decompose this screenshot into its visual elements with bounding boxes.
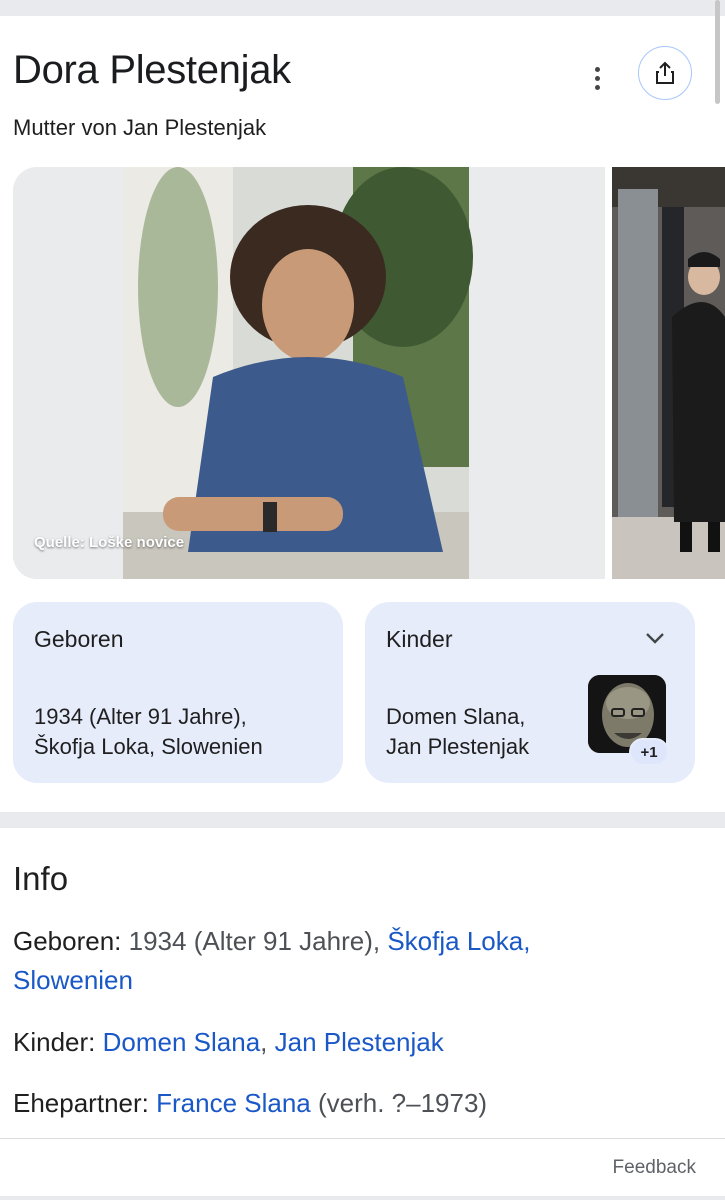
page-subtitle: Mutter von Jan Plestenjak xyxy=(13,115,267,140)
info-spouse-link[interactable]: France Slana xyxy=(156,1088,311,1118)
born-card-text: 1934 (Alter 91 Jahre), Škofja Loka, Slow… xyxy=(34,702,263,762)
main-photo[interactable] xyxy=(13,167,605,579)
born-card[interactable]: Geboren 1934 (Alter 91 Jahre), Škofja Lo… xyxy=(13,602,343,783)
info-children-separator: , xyxy=(260,1027,275,1057)
share-icon xyxy=(656,61,674,84)
share-button[interactable] xyxy=(638,46,692,100)
born-card-title: Geboren xyxy=(34,626,124,652)
chevron-down-icon[interactable] xyxy=(645,630,665,646)
more-options-button[interactable] xyxy=(580,58,614,98)
info-born-place-link[interactable]: Škofja Loka, xyxy=(387,926,530,956)
footer-divider xyxy=(0,1138,725,1139)
born-card-line-2: Škofja Loka, Slowenien xyxy=(34,734,263,759)
more-vert-icon xyxy=(594,66,600,72)
children-card-line-2: Jan Plestenjak xyxy=(386,734,530,759)
section-separator xyxy=(0,812,725,828)
children-card[interactable]: Kinder Domen Slana, Jan Plestenjak +1 xyxy=(365,602,695,783)
more-children-badge[interactable]: +1 xyxy=(629,738,669,766)
children-card-text: Domen Slana, Jan Plestenjak xyxy=(386,702,529,762)
bottom-separator xyxy=(0,1196,725,1200)
photo-source-credit: Quelle: Loške novice xyxy=(34,534,185,551)
info-spouse-years: (verh. ?–1973) xyxy=(310,1088,488,1118)
info-born-label: Geboren: xyxy=(13,926,122,956)
info-child-link-2[interactable]: Jan Plestenjak xyxy=(275,1027,444,1057)
scrollbar[interactable] xyxy=(715,0,720,104)
feedback-link[interactable]: Feedback xyxy=(613,1157,696,1179)
children-card-title: Kinder xyxy=(386,626,453,652)
page-title: Dora Plestenjak xyxy=(13,48,291,92)
info-spouse-label: Ehepartner: xyxy=(13,1088,149,1118)
info-born-country-link[interactable]: Slowenien xyxy=(13,965,133,995)
second-photo[interactable] xyxy=(612,167,725,579)
info-heading: Info xyxy=(13,860,69,897)
top-separator xyxy=(0,0,725,16)
info-row-born: Geboren: 1934 (Alter 91 Jahre), Škofja L… xyxy=(13,922,693,1000)
children-card-line-1: Domen Slana, xyxy=(386,704,526,729)
info-child-link-1[interactable]: Domen Slana xyxy=(103,1027,261,1057)
born-card-line-1: 1934 (Alter 91 Jahre), xyxy=(34,704,247,729)
info-born-value: 1934 (Alter 91 Jahre), xyxy=(121,926,388,956)
info-children-label: Kinder: xyxy=(13,1027,96,1057)
info-row-children: Kinder: Domen Slana, Jan Plestenjak xyxy=(13,1023,693,1062)
info-row-spouse: Ehepartner: France Slana (verh. ?–1973) xyxy=(13,1084,693,1123)
